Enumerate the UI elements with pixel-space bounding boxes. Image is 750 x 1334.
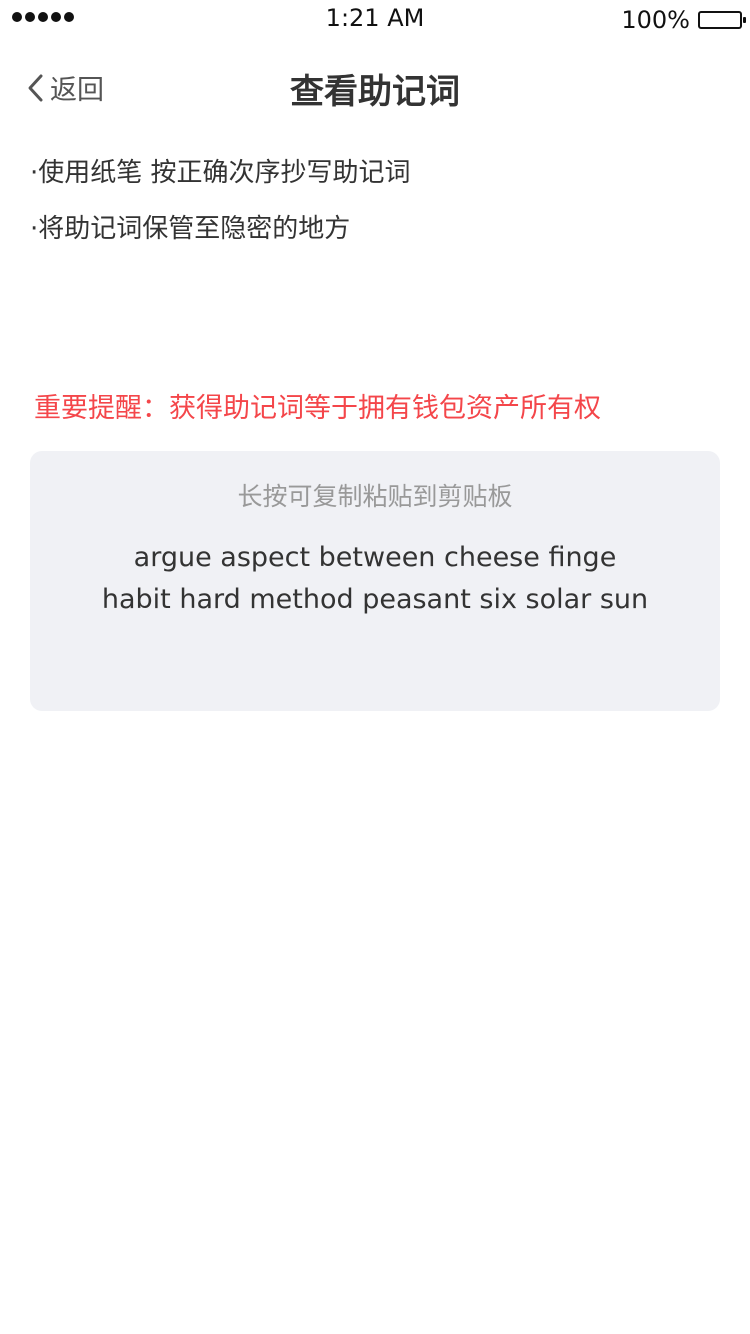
- battery-status: 100%: [621, 6, 746, 34]
- instructions-list: ·使用纸笔 按正确次序抄写助记词 ·将助记词保管至隐密的地方: [30, 154, 720, 266]
- mnemonic-words[interactable]: argue aspect between cheese finge habit …: [50, 537, 700, 621]
- mnemonic-card[interactable]: 长按可复制粘贴到剪贴板 argue aspect between cheese …: [30, 451, 720, 711]
- status-bar: 1:21 AM 100%: [0, 0, 750, 40]
- instruction-item: ·将助记词保管至隐密的地方: [30, 214, 351, 244]
- navigation-bar: 返回 查看助记词: [0, 50, 750, 126]
- battery-percentage: 100%: [621, 6, 690, 34]
- battery-icon: [698, 11, 746, 29]
- warning-text: 重要提醒：获得助记词等于拥有钱包资产所有权: [34, 393, 601, 424]
- instruction-item: ·使用纸笔 按正确次序抄写助记词: [30, 158, 411, 188]
- mnemonic-line: argue aspect between cheese finge: [133, 542, 617, 573]
- page-title: 查看助记词: [290, 72, 460, 112]
- copy-hint: 长按可复制粘贴到剪贴板: [237, 482, 513, 511]
- mnemonic-line: habit hard method peasant six solar sun: [101, 584, 649, 615]
